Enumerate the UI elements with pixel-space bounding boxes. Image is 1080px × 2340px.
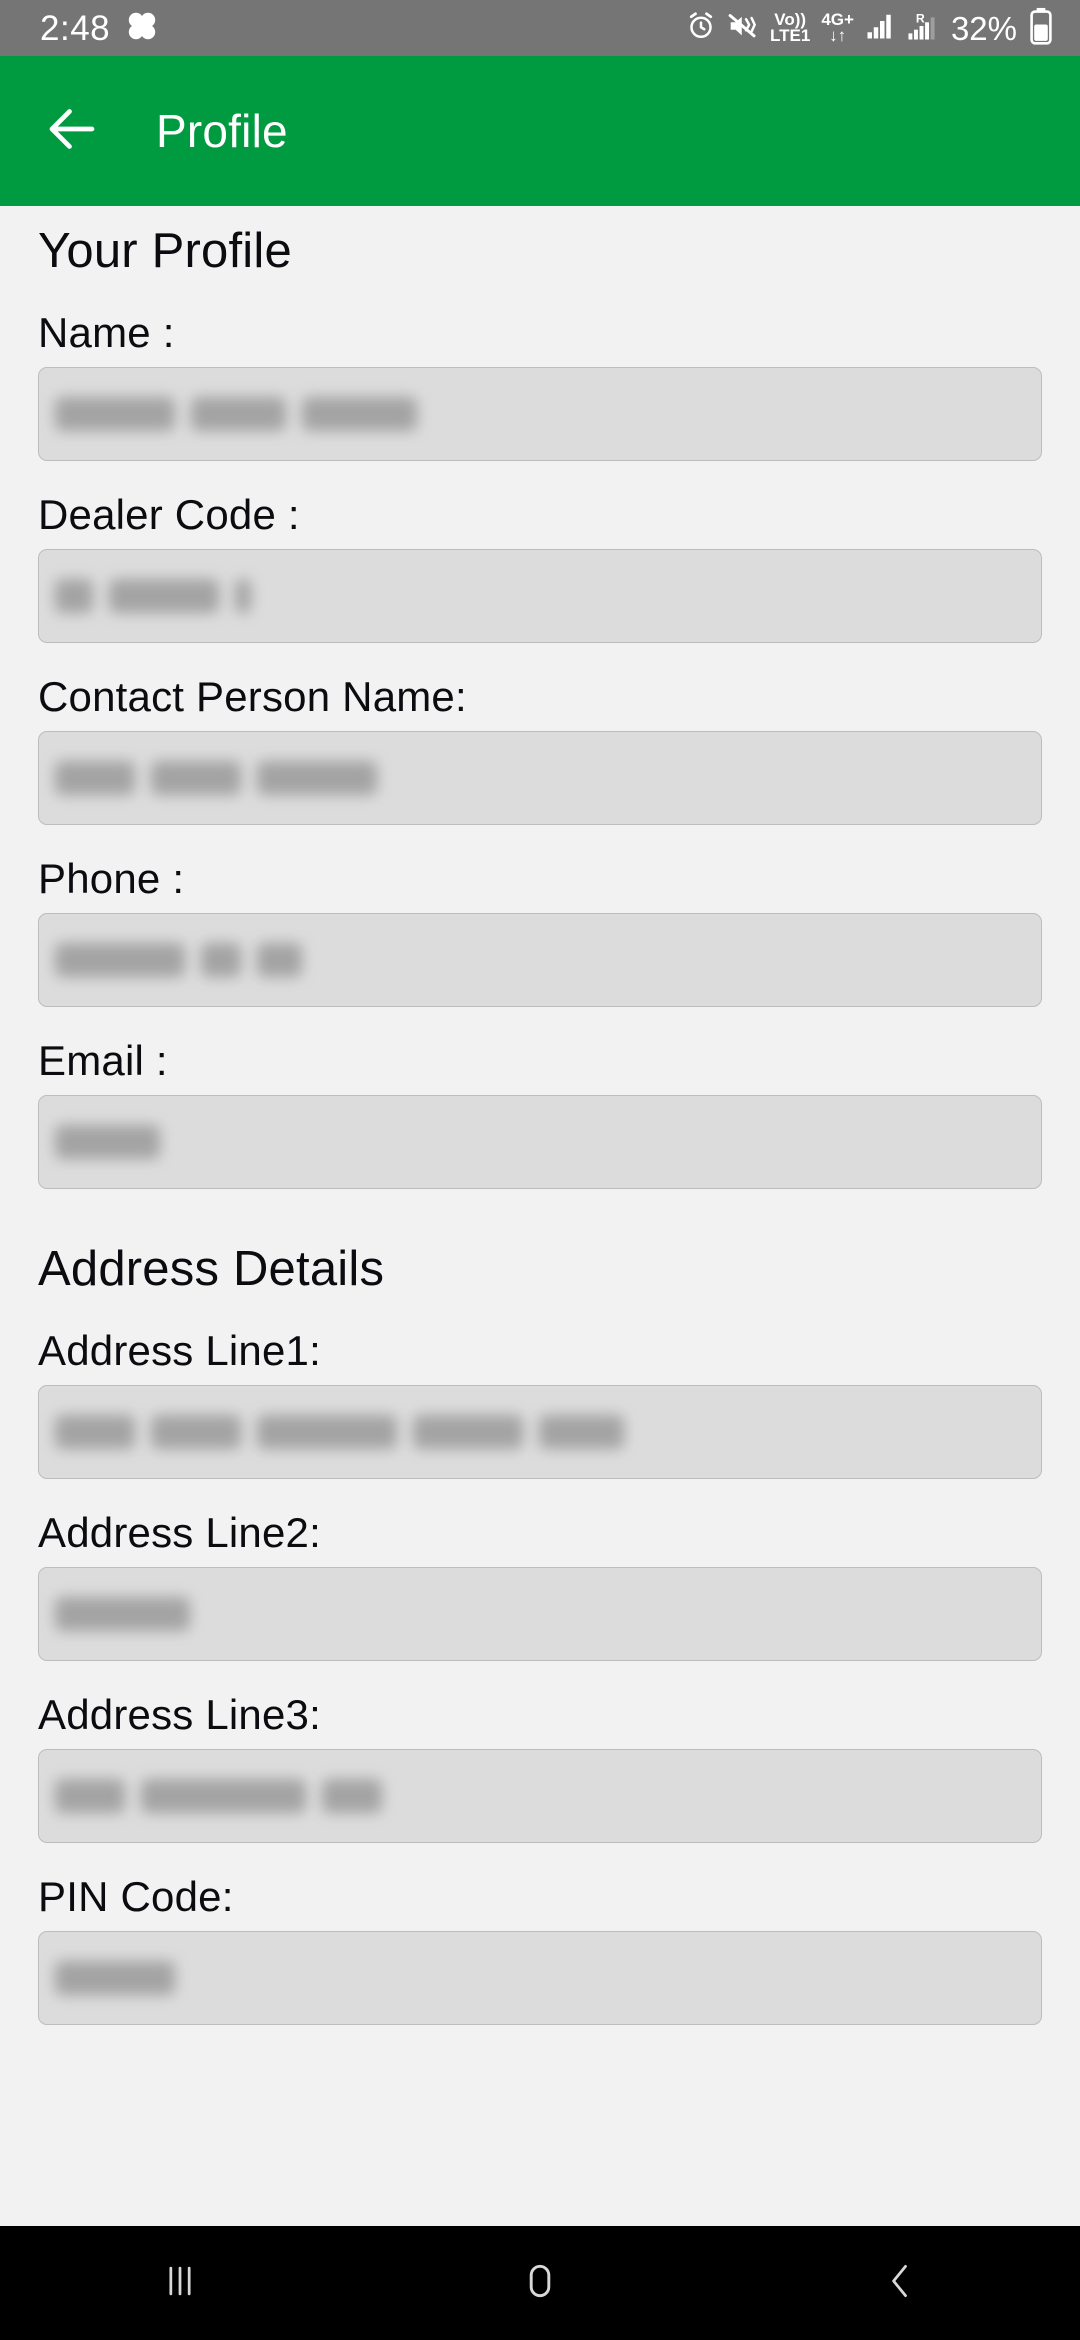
- input-address-line-3[interactable]: [38, 1749, 1042, 1843]
- redacted-value-email: [55, 1125, 160, 1159]
- redaction-block: [151, 761, 241, 795]
- redaction-block: [235, 579, 251, 613]
- redacted-value-address-line-1: [55, 1415, 624, 1449]
- redaction-block: [55, 1415, 135, 1449]
- volte-bottom-label: LTE1: [770, 26, 811, 45]
- redaction-block: [257, 761, 377, 795]
- status-bar-left: 2:48: [40, 10, 158, 47]
- app-bar-back-button[interactable]: [24, 83, 120, 179]
- input-phone[interactable]: [38, 913, 1042, 1007]
- battery-icon: [1028, 7, 1054, 50]
- redaction-block: [55, 1779, 125, 1813]
- battery-percent-label: 32%: [950, 9, 1017, 47]
- redaction-block: [322, 1779, 382, 1813]
- redaction-block: [257, 943, 302, 977]
- redacted-value-address-line-2: [55, 1597, 190, 1631]
- redaction-block: [55, 943, 185, 977]
- field-address-line-1: Address Line1:: [38, 1327, 1042, 1479]
- field-pin-code: PIN Code:: [38, 1873, 1042, 2025]
- data-arrows-label: ↓↑: [829, 26, 847, 45]
- redacted-value-contact-person-name: [55, 761, 377, 795]
- your-profile-heading: Your Profile: [38, 224, 292, 278]
- redaction-block: [109, 579, 219, 613]
- app-bar-title: Profile: [156, 105, 288, 157]
- status-bar-clock: 2:48: [40, 8, 111, 48]
- network-4g-plus-icon: 4G+ ↓↑: [821, 11, 854, 45]
- back-button[interactable]: [825, 2226, 975, 2340]
- redaction-block: [55, 1961, 175, 1995]
- input-email[interactable]: [38, 1095, 1042, 1189]
- recents-icon: [158, 2259, 202, 2308]
- label-phone: Phone :: [38, 855, 185, 902]
- arrow-left-icon: [42, 99, 102, 164]
- input-name[interactable]: [38, 367, 1042, 461]
- label-email: Email :: [38, 1037, 168, 1084]
- alarm-icon: [686, 11, 716, 46]
- input-dealer-code[interactable]: [38, 549, 1042, 643]
- mute-vibrate-icon: [727, 11, 759, 46]
- redaction-block: [55, 1597, 190, 1631]
- home-icon: [518, 2259, 562, 2308]
- label-pin-code: PIN Code:: [38, 1873, 234, 1920]
- profile-scroll-area[interactable]: Your Profile Name : Dealer Code : Contact …: [0, 206, 1080, 2226]
- address-details-heading: Address Details: [38, 1242, 385, 1296]
- volte-icon: Vo)) LTE1: [770, 11, 811, 45]
- field-address-line-2: Address Line2:: [38, 1509, 1042, 1661]
- field-phone: Phone :: [38, 855, 1042, 1007]
- home-button[interactable]: [465, 2226, 615, 2340]
- input-address-line-1[interactable]: [38, 1385, 1042, 1479]
- redaction-block: [201, 943, 241, 977]
- chevron-left-icon: [878, 2259, 922, 2308]
- redaction-block: [302, 397, 417, 431]
- field-email: Email :: [38, 1037, 1042, 1189]
- input-pin-code[interactable]: [38, 1931, 1042, 2025]
- redacted-value-phone: [55, 943, 302, 977]
- redaction-block: [257, 1415, 397, 1449]
- redaction-block: [55, 397, 175, 431]
- redacted-value-address-line-3: [55, 1779, 382, 1813]
- app-bar: Profile: [0, 56, 1080, 206]
- label-address-line-1: Address Line1:: [38, 1327, 321, 1374]
- roaming-signal-icon: R: [906, 10, 938, 47]
- label-address-line-3: Address Line3:: [38, 1691, 321, 1738]
- redaction-block: [151, 1415, 241, 1449]
- profile-fields-group: Name : Dealer Code : Contact Person Name: P…: [38, 309, 1042, 1189]
- label-dealer-code: Dealer Code :: [38, 491, 300, 538]
- recents-button[interactable]: [105, 2226, 255, 2340]
- label-name: Name :: [38, 309, 175, 356]
- input-address-line-2[interactable]: [38, 1567, 1042, 1661]
- signal-bars-icon: [865, 11, 895, 46]
- redaction-block: [539, 1415, 624, 1449]
- redaction-block: [55, 579, 93, 613]
- field-contact-person-name: Contact Person Name:: [38, 673, 1042, 825]
- clover-app-icon: [126, 10, 158, 47]
- svg-text:R: R: [916, 11, 925, 25]
- input-contact-person-name[interactable]: [38, 731, 1042, 825]
- field-dealer-code: Dealer Code :: [38, 491, 1042, 643]
- redaction-block: [191, 397, 286, 431]
- phone-screen: 2:48 Vo)) LTE1 4G+ ↓↑ R 32% Profile Your…: [0, 0, 1080, 2340]
- system-navigation-bar: [0, 2226, 1080, 2340]
- label-address-line-2: Address Line2:: [38, 1509, 321, 1556]
- redaction-block: [55, 761, 135, 795]
- status-bar-right: Vo)) LTE1 4G+ ↓↑ R 32%: [686, 7, 1054, 50]
- redaction-block: [55, 1125, 160, 1159]
- field-address-line-3: Address Line3:: [38, 1691, 1042, 1843]
- redacted-value-pin-code: [55, 1961, 175, 1995]
- field-name: Name :: [38, 309, 1042, 461]
- redacted-value-dealer-code: [55, 579, 251, 613]
- label-contact-person-name: Contact Person Name:: [38, 673, 467, 720]
- redaction-block: [413, 1415, 523, 1449]
- status-bar: 2:48 Vo)) LTE1 4G+ ↓↑ R 32%: [0, 0, 1080, 56]
- redaction-block: [141, 1779, 306, 1813]
- redacted-value-name: [55, 397, 417, 431]
- address-fields-group: Address Line1: Address Line2: Address Line…: [38, 1327, 1042, 2025]
